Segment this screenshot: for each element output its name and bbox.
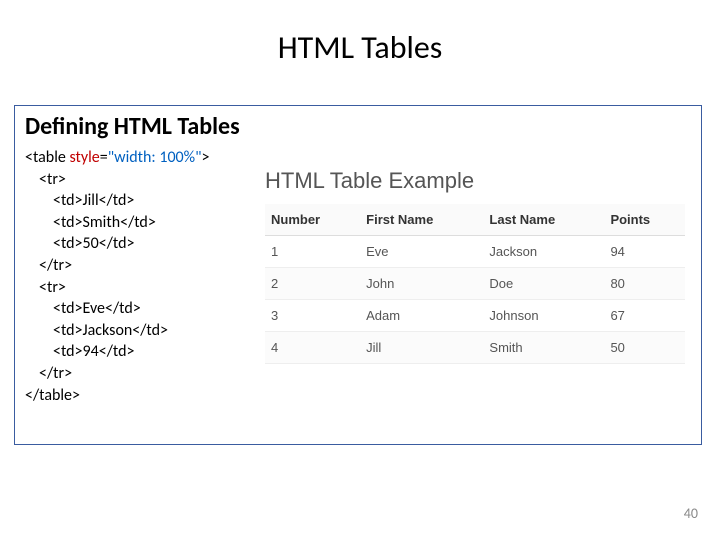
table-header-row: Number First Name Last Name Points: [265, 204, 685, 236]
table-header: Last Name: [483, 204, 604, 236]
code-line: <tr>: [25, 277, 66, 299]
code-text: >: [202, 148, 210, 167]
table-cell: 3: [265, 300, 360, 332]
table-cell: Doe: [483, 268, 604, 300]
slide: HTML Tables Defining HTML Tables <table …: [0, 0, 720, 540]
table-cell: 94: [604, 236, 685, 268]
section-heading: Defining HTML Tables: [25, 112, 691, 141]
table-row: 3 Adam Johnson 67: [265, 300, 685, 332]
code-line: </tr>: [25, 255, 72, 277]
code-line: <td>Eve</td>: [25, 298, 141, 320]
code-attr: style: [69, 148, 99, 167]
table-header: Points: [604, 204, 685, 236]
code-line: </table>: [25, 386, 80, 405]
example-title: HTML Table Example: [265, 168, 685, 194]
code-text: <table: [25, 148, 69, 167]
content-box: Defining HTML Tables <table style="width…: [14, 105, 702, 445]
code-line: <tr>: [25, 169, 66, 191]
table-row: 1 Eve Jackson 94: [265, 236, 685, 268]
table-cell: 1: [265, 236, 360, 268]
table-cell: Smith: [483, 332, 604, 364]
table-cell: Eve: [360, 236, 483, 268]
code-text: =: [100, 148, 108, 167]
code-line: <td>50</td>: [25, 233, 134, 255]
table-row: 2 John Doe 80: [265, 268, 685, 300]
example-panel: HTML Table Example Number First Name Las…: [265, 168, 685, 364]
code-line: <td>94</td>: [25, 341, 134, 363]
table-cell: John: [360, 268, 483, 300]
code-line: </tr>: [25, 363, 72, 385]
code-line: <table style="width: 100%">: [25, 148, 209, 167]
table-cell: 4: [265, 332, 360, 364]
table-cell: Jackson: [483, 236, 604, 268]
code-line: <td>Smith</td>: [25, 212, 156, 234]
example-table: Number First Name Last Name Points 1 Eve…: [265, 204, 685, 364]
table-cell: Jill: [360, 332, 483, 364]
table-cell: 50: [604, 332, 685, 364]
table-row: 4 Jill Smith 50: [265, 332, 685, 364]
table-header: First Name: [360, 204, 483, 236]
table-cell: 67: [604, 300, 685, 332]
table-cell: Adam: [360, 300, 483, 332]
table-cell: 2: [265, 268, 360, 300]
code-value: "width: 100%": [108, 148, 202, 167]
page-number: 40: [684, 505, 698, 522]
table-cell: 80: [604, 268, 685, 300]
table-cell: Johnson: [483, 300, 604, 332]
code-line: <td>Jackson</td>: [25, 320, 168, 342]
code-line: <td>Jill</td>: [25, 190, 134, 212]
table-header: Number: [265, 204, 360, 236]
slide-title: HTML Tables: [0, 28, 720, 67]
